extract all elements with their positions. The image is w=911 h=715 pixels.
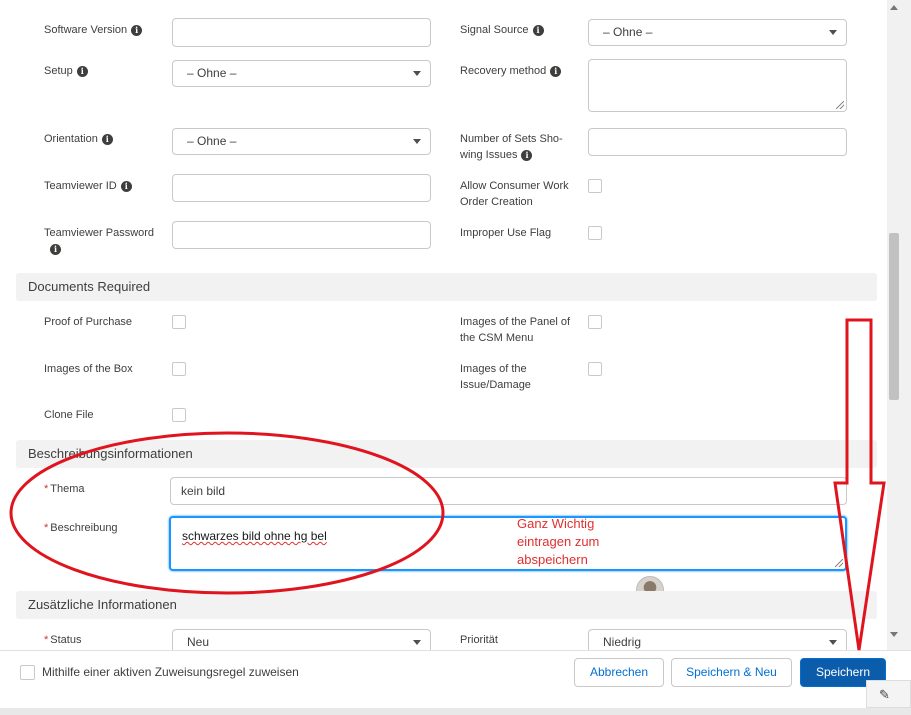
section-additional-info[interactable]: Zusätzliche Informationen <box>16 591 877 619</box>
info-icon[interactable]: i <box>101 133 113 145</box>
modal-footer: Mithilfe einer aktiven Zuweisungsregel z… <box>0 650 911 715</box>
teamviewer-id-label: Teamviewer ID i <box>44 178 132 194</box>
setup-select[interactable]: – Ohne – <box>172 60 431 87</box>
images-issue-label: Images of the Issue/Damage <box>460 363 531 391</box>
resize-handle[interactable] <box>835 559 843 567</box>
teamviewer-id-input[interactable] <box>172 174 431 202</box>
chevron-down-icon <box>413 139 421 144</box>
info-icon[interactable]: i <box>532 24 544 36</box>
form-scroll-area[interactable]: Software Version i Setup i – Ohne – Orient… <box>0 0 887 650</box>
chevron-down-icon <box>413 71 421 76</box>
images-panel-checkbox[interactable] <box>588 315 602 329</box>
utility-bar-item[interactable]: ✎ <box>866 680 911 708</box>
info-icon[interactable]: i <box>521 149 533 161</box>
recovery-method-textarea[interactable] <box>588 59 847 112</box>
priority-label: Priorität <box>460 634 498 646</box>
subject-label: * Thema <box>44 483 85 495</box>
section-description-info[interactable]: Beschreibungsinformationen <box>16 440 877 468</box>
description-text: schwarzes bild ohne hg bel <box>182 529 327 543</box>
allow-consumer-checkbox[interactable] <box>588 179 602 193</box>
resize-handle[interactable] <box>836 101 844 109</box>
proof-of-purchase-checkbox[interactable] <box>172 315 186 329</box>
info-icon[interactable]: i <box>50 243 61 255</box>
subject-input[interactable]: kein bild <box>170 477 847 505</box>
chevron-down-icon <box>829 30 837 35</box>
section-documents-required[interactable]: Documents Required <box>16 273 877 301</box>
clone-file-label: Clone File <box>44 409 94 421</box>
improper-use-label: Improper Use Flag <box>460 227 552 239</box>
assign-rule-label: Mithilfe einer aktiven Zuweisungsregel z… <box>42 665 299 679</box>
number-of-sets-input[interactable] <box>588 128 847 156</box>
description-textarea[interactable]: schwarzes bild ohne hg bel <box>169 516 847 571</box>
teamviewer-password-input[interactable] <box>172 221 431 249</box>
images-panel-label: Images of the Panel of the CSM Menu <box>460 316 571 344</box>
info-icon[interactable]: i <box>550 65 562 77</box>
record-edit-modal: Software Version i Setup i – Ohne – Orient… <box>0 0 911 715</box>
assign-rule-checkbox[interactable] <box>20 665 35 680</box>
images-box-label: Images of the Box <box>44 363 133 375</box>
status-label: * Status <box>44 634 82 646</box>
recovery-method-label: Recovery method i <box>460 63 562 79</box>
info-icon[interactable]: i <box>120 180 132 192</box>
priority-select[interactable]: Niedrig <box>588 629 847 650</box>
images-issue-checkbox[interactable] <box>588 362 602 376</box>
software-version-label: Software Version i <box>44 22 143 38</box>
bottom-strip <box>0 708 911 715</box>
allow-consumer-label: Allow Consumer Work Order Creation <box>460 180 569 208</box>
signal-source-select[interactable]: – Ohne – <box>588 19 847 46</box>
save-new-button[interactable]: Speichern & Neu <box>671 658 792 687</box>
info-icon[interactable]: i <box>76 65 88 77</box>
setup-label: Setup i <box>44 63 88 79</box>
description-label: * Beschreibung <box>44 522 118 534</box>
orientation-select[interactable]: – Ohne – <box>172 128 431 155</box>
required-asterisk: * <box>44 522 49 534</box>
status-select[interactable]: Neu <box>172 629 431 650</box>
teamviewer-password-label: Teamviewer Password i <box>44 227 155 255</box>
chevron-down-icon <box>413 640 421 645</box>
required-asterisk: * <box>44 634 49 646</box>
scroll-down-arrow[interactable] <box>890 632 898 637</box>
required-asterisk: * <box>44 483 49 495</box>
scroll-up-arrow[interactable] <box>890 5 898 10</box>
software-version-input[interactable] <box>172 18 431 47</box>
proof-of-purchase-label: Proof of Purchase <box>44 316 133 328</box>
notes-icon: ✎ <box>879 687 890 702</box>
info-icon[interactable]: i <box>131 24 143 36</box>
annotation-note: Ganz Wichtig eintragen zum abspeichern <box>517 516 600 567</box>
improper-use-checkbox[interactable] <box>588 226 602 240</box>
number-of-sets-label: Number of Sets Sho- wing Issues i <box>460 133 563 161</box>
clone-file-checkbox[interactable] <box>172 408 186 422</box>
scrollbar-thumb[interactable] <box>889 233 899 400</box>
signal-source-label: Signal Source i <box>460 22 544 38</box>
images-box-checkbox[interactable] <box>172 362 186 376</box>
orientation-label: Orientation i <box>44 131 113 147</box>
cancel-button[interactable]: Abbrechen <box>574 658 664 687</box>
chevron-down-icon <box>829 640 837 645</box>
